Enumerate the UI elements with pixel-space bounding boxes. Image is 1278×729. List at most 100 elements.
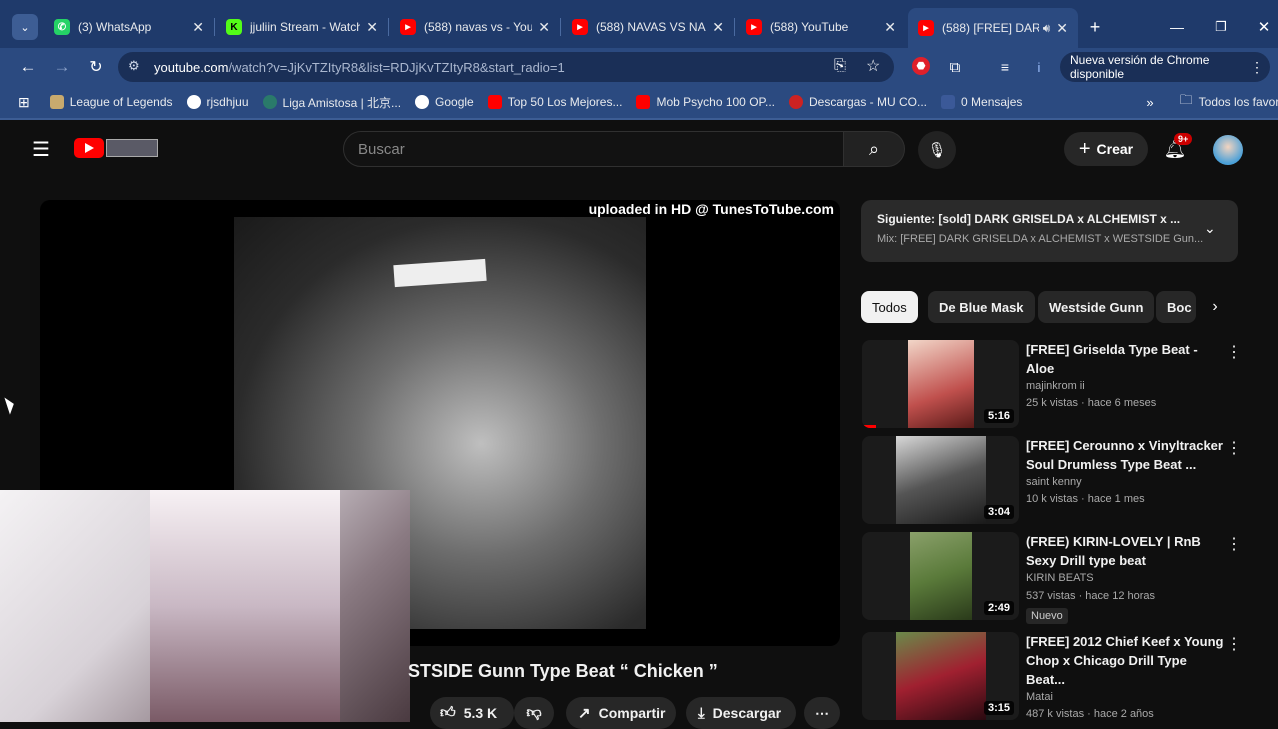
youtube-logo[interactable] [74, 138, 160, 160]
all-bookmarks-button[interactable]: Todos los favoritos [1199, 95, 1278, 109]
browser-tab[interactable]: ▶ (588) navas vs - YouTu ✕ [390, 10, 560, 44]
browser-tab[interactable]: ▶ (588) NAVAS VS NAN ✕ [562, 10, 734, 44]
playlist-next-panel[interactable]: Siguiente: [sold] DARK GRISELDA x ALCHEM… [861, 200, 1238, 262]
chevron-double-right-icon[interactable]: » [1146, 95, 1153, 110]
profile-icon[interactable]: i [1028, 56, 1050, 78]
video-thumbnail[interactable]: 3:04 [862, 436, 1019, 524]
close-tab-icon[interactable]: ✕ [538, 19, 550, 36]
extensions-puzzle-icon[interactable]: ⧉ [944, 56, 966, 78]
chevron-down-icon[interactable]: ⌄ [1204, 220, 1216, 237]
site-info-icon[interactable]: ⚙ [128, 58, 140, 74]
whatsapp-icon: ✆ [54, 19, 70, 35]
apps-grid-icon[interactable]: ⊞ [18, 94, 30, 111]
notifications-button[interactable]: 🔔︎ 9+ [1162, 133, 1193, 162]
like-button[interactable]: 👍︎ 5.3 K [430, 697, 514, 729]
youtube-icon: ▶ [746, 19, 762, 35]
video-thumbnail[interactable]: 3:15 [862, 632, 1019, 720]
list-item[interactable]: 5:16 [FREE] Griselda Type Beat - Aloe ma… [862, 340, 1242, 430]
chip-westside-gunn[interactable]: Westside Gunn [1038, 291, 1155, 323]
voice-search-button[interactable]: 🎙︎ [918, 131, 956, 169]
hamburger-icon: ☰ [32, 138, 50, 161]
media-controls-icon[interactable]: ≡ [994, 56, 1016, 78]
download-icon: ⤓ [698, 704, 705, 722]
list-item[interactable]: 3:15 [FREE] 2012 Chief Keef x Young Chop… [862, 632, 1242, 722]
mouse-cursor-icon [4, 395, 17, 415]
chrome-update-button[interactable]: Nueva versión de Chrome disponible ⋮ [1060, 52, 1270, 82]
bookmark-item[interactable]: League of Legends [49, 95, 173, 109]
mu-online-icon [788, 95, 803, 109]
tab-search-button[interactable]: ⌄ [12, 14, 38, 40]
more-vert-icon[interactable]: ⋮ [1226, 634, 1242, 654]
more-vert-icon[interactable]: ⋮ [1226, 342, 1242, 362]
bookmark-star-icon[interactable]: ☆ [866, 56, 880, 76]
forward-button[interactable]: → [50, 56, 74, 78]
plus-icon: + [1078, 137, 1091, 160]
share-icon: ↗ [578, 705, 591, 722]
browser-toolbar: ← → ↻ ⚙ youtube.com/watch?v=JjKvTZItyR8&… [0, 48, 1278, 86]
close-tab-icon[interactable]: ✕ [712, 19, 724, 36]
browser-tab[interactable]: ✆ (3) WhatsApp ✕ [44, 10, 214, 44]
thumbnail-image [908, 340, 974, 428]
download-button[interactable]: ⤓ Descargar [686, 697, 796, 729]
webcam-overlay [0, 490, 410, 722]
extension-icon[interactable]: ⬣ [912, 57, 930, 75]
bookmark-item[interactable]: rjsdhjuu [186, 95, 249, 109]
youtube-icon [636, 95, 651, 109]
close-window-button[interactable]: ✕ [1253, 14, 1275, 40]
avatar[interactable] [1213, 135, 1243, 165]
more-vert-icon[interactable]: ⋮ [1226, 534, 1242, 554]
close-tab-icon[interactable]: ✕ [192, 19, 204, 36]
share-button[interactable]: ↗ Compartir [566, 697, 676, 729]
bookmark-item[interactable]: Descargas - MU CO... [788, 95, 927, 109]
microphone-icon: 🎙︎ [927, 142, 947, 159]
bookmark-item[interactable]: Top 50 Los Mejores... [487, 95, 622, 109]
close-tab-icon[interactable]: ✕ [884, 19, 896, 36]
browser-tab-active[interactable]: ▶ (588) [FREE] DAR 🔊︎ ✕ [908, 8, 1078, 48]
more-horiz-icon: ⋯ [815, 704, 829, 721]
thumbnail-image [910, 532, 972, 620]
reload-button[interactable]: ↻ [84, 56, 108, 78]
close-tab-icon[interactable]: ✕ [1056, 20, 1068, 37]
chip-boc[interactable]: Boc [1156, 291, 1196, 323]
bookmark-item[interactable]: 0 Mensajes [941, 95, 1022, 109]
search-input[interactable]: Buscar [343, 131, 844, 167]
thumbs-up-icon: 👍︎ [440, 704, 456, 721]
more-actions-button[interactable]: ⋯ [804, 697, 840, 729]
doodle-logo [106, 139, 158, 157]
browser-tab[interactable]: ▶ (588) YouTube ✕ [736, 10, 906, 44]
menu-button[interactable]: ☰ [28, 136, 54, 162]
arrow-left-icon: ← [19, 57, 37, 76]
video-title: STSIDE Gunn Type Beat “ Chicken ” [408, 661, 718, 681]
bookmark-item[interactable]: Liga Amistosa | 北京... [262, 94, 401, 111]
list-item[interactable]: 2:49 (FREE) KIRIN-LOVELY | RnB Sexy Dril… [862, 532, 1242, 624]
chip-de-blue-mask[interactable]: De Blue Mask [928, 291, 1035, 323]
chip-todos[interactable]: Todos [861, 291, 918, 323]
bookmark-item[interactable]: Google [415, 95, 474, 109]
close-tab-icon[interactable]: ✕ [366, 19, 378, 36]
install-app-icon[interactable]: ⎘ [834, 57, 846, 74]
chips-next-button[interactable]: › [1204, 294, 1226, 320]
speaker-icon[interactable]: 🔊︎ [1043, 21, 1051, 36]
video-thumbnail[interactable]: 5:16 [862, 340, 1019, 428]
google-icon [415, 95, 430, 109]
browser-tab[interactable]: K jjuliin Stream - Watch ✕ [216, 10, 388, 44]
restore-button[interactable]: ❐ [1210, 14, 1232, 40]
search-button[interactable]: ⌕ [843, 131, 905, 167]
address-bar[interactable]: ⚙ youtube.com/watch?v=JjKvTZItyR8&list=R… [118, 52, 894, 82]
plus-icon: + [1089, 16, 1101, 37]
bookmark-item[interactable]: Mob Psycho 100 OP... [636, 95, 775, 109]
create-button[interactable]: + Crear [1064, 132, 1148, 166]
video-thumbnail[interactable]: 2:49 [862, 532, 1019, 620]
watch-progress-bar [862, 425, 876, 428]
more-vert-icon[interactable]: ⋮ [1226, 438, 1242, 458]
league-of-legends-icon [49, 95, 64, 109]
new-tab-button[interactable]: + [1084, 14, 1106, 40]
minimize-button[interactable]: — [1166, 14, 1188, 40]
youtube-icon [487, 95, 502, 109]
globe-icon [186, 95, 201, 109]
back-button[interactable]: ← [16, 56, 40, 78]
youtube-icon: ▶ [400, 19, 416, 35]
list-item[interactable]: 3:04 [FREE] Cerounno x Vinyltracker Soul… [862, 436, 1242, 526]
dislike-button[interactable]: 👎︎ [514, 697, 554, 729]
chevron-down-icon: ⌄ [20, 21, 30, 34]
